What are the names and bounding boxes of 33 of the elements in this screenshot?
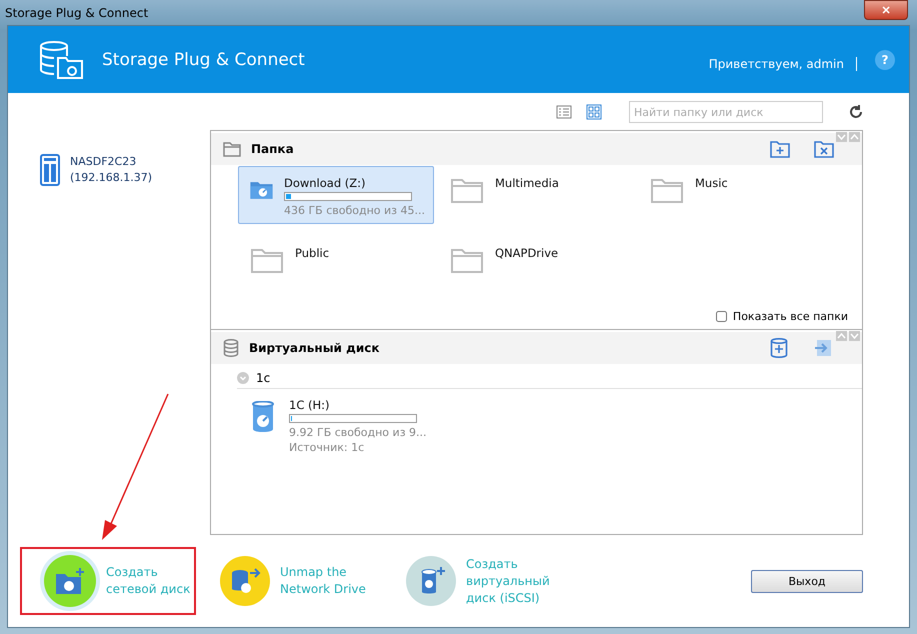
- database-icon: [223, 339, 239, 357]
- action-label: Unmap the Network Drive: [280, 564, 367, 598]
- database-folder-icon: [38, 40, 84, 80]
- group-name[interactable]: 1c: [256, 371, 270, 385]
- nas-device-icon: [40, 154, 60, 186]
- section-title: Папка: [251, 142, 295, 156]
- storage-panel: Папка Download (Z:) 436 ГБ свободно из 45... Multimedia Music Public QNAPDrive Показать все папки Виртуальный диск 1c 1C (H:) 9.92 ГБ свободно из 9... Источник: 1c: [210, 130, 863, 535]
- import-icon[interactable]: [814, 339, 834, 357]
- source-text: Источник: 1c: [289, 440, 366, 455]
- remove-folder-icon[interactable]: [814, 140, 834, 158]
- section-title: Виртуальный диск: [249, 341, 380, 355]
- folder-icon: [223, 142, 241, 156]
- search-field[interactable]: Найти папку или диск: [629, 101, 823, 123]
- add-folder-icon[interactable]: [770, 140, 790, 158]
- folder-item[interactable]: Multimedia: [438, 166, 634, 224]
- folder-item[interactable]: QNAPDrive: [438, 236, 634, 294]
- free-space-text: 9.92 ГБ свободно из 9...: [289, 425, 427, 440]
- exit-button[interactable]: Выход: [751, 570, 863, 592]
- action-label: Создать сетевой диск: [106, 564, 192, 598]
- window-title: Storage Plug & Connect: [5, 6, 148, 20]
- app-title: Storage Plug & Connect: [102, 50, 306, 70]
- free-space-text: 436 ГБ свободно из 45...: [284, 203, 425, 218]
- device-address: (192.168.1.37): [70, 170, 152, 186]
- folder-item[interactable]: Public: [238, 236, 434, 294]
- greeting-text: Приветствуем, admin: [708, 56, 857, 70]
- add-disk-icon[interactable]: [770, 338, 788, 358]
- action-label: Создать виртуальный диск (iSCSI): [466, 556, 551, 606]
- checkbox-label: Показать все папки: [732, 310, 848, 323]
- folder-item[interactable]: Download (Z:) 436 ГБ свободно из 45...: [238, 166, 434, 224]
- folder-item[interactable]: Music: [638, 166, 834, 224]
- show-all-checkbox[interactable]: [716, 311, 727, 322]
- device-name[interactable]: NASDF2C23: [70, 154, 152, 170]
- refresh-icon[interactable]: [849, 105, 863, 119]
